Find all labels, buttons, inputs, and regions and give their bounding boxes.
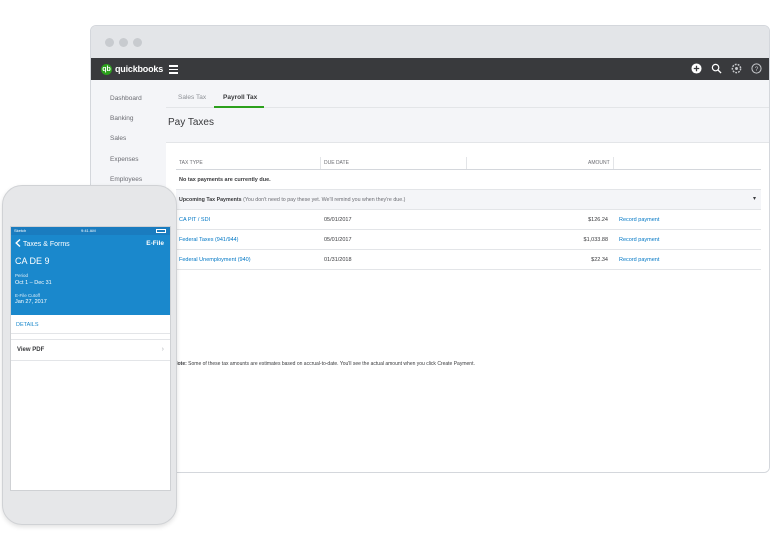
gear-icon[interactable] [730,62,743,75]
search-icon[interactable] [710,62,723,75]
window-minimize-dot[interactable] [119,38,128,47]
quickbooks-logo-icon: qb [101,63,112,75]
period-value: Oct 1 – Dec 31 [15,280,52,286]
amount-cell: $22.34 [591,257,608,263]
window-zoom-dot[interactable] [133,38,142,47]
window-close-dot[interactable] [105,38,114,47]
sidebar-item-employees[interactable]: Employees [110,176,142,183]
back-button[interactable]: Taxes & Forms [15,238,70,249]
column-header-tax-type[interactable]: TAX TYPE [179,160,203,166]
due-date-cell: 05/01/2017 [324,217,352,223]
details-tab[interactable]: DETAILS [11,316,170,334]
table-header: TAX TYPE DUE DATE AMOUNT [176,157,761,170]
chevron-left-icon [15,238,21,249]
note-text: Some of these tax amounts are estimates … [188,361,475,367]
view-pdf-row[interactable]: View PDF › [11,339,170,361]
sidebar-item-banking[interactable]: Banking [110,115,134,122]
tax-type-link[interactable]: Federal Taxes (941/944) [179,237,239,243]
back-label: Taxes & Forms [23,240,70,248]
phone-screen: Sketch 9:41 AM Taxes & Forms E-File CA D… [10,226,171,491]
quickbooks-logo[interactable]: qb quickbooks [101,62,163,76]
window-titlebar [91,26,769,58]
efile-cutoff-label: E-File Cutoff [15,293,40,298]
no-payments-due-text: No tax payments are currently due. [179,177,271,183]
tab-payroll-tax[interactable]: Payroll Tax [223,94,257,101]
desktop-window: qb quickbooks ? Dashboard Banking Sales … [90,25,770,473]
tax-type-link[interactable]: Federal Unemployment (940) [179,257,251,263]
status-time: 9:41 AM [81,228,96,233]
sidebar-item-sales[interactable]: Sales [110,135,126,142]
chevron-right-icon: › [161,346,164,353]
period-label: Period [15,273,29,278]
due-date-cell: 05/01/2017 [324,237,352,243]
estimate-note: Note: Some of these tax amounts are esti… [174,361,475,367]
column-header-amount[interactable]: AMOUNT [588,160,610,166]
efile-button[interactable]: E-File [146,240,164,247]
tax-tabs: Sales Tax Payroll Tax [166,88,769,108]
phone-status-bar: Sketch 9:41 AM [11,227,170,235]
mobile-phone: Sketch 9:41 AM Taxes & Forms E-File CA D… [2,185,177,525]
collapse-chevron-icon[interactable]: ▾ [753,195,756,202]
view-pdf-label: View PDF [17,347,45,353]
table-row: CA PIT / SDI 05/01/2017 $126.24 Record p… [176,210,761,230]
plus-icon[interactable] [690,62,703,75]
phone-header: Taxes & Forms E-File CA DE 9 Period Oct … [11,235,170,315]
column-header-due-date[interactable]: DUE DATE [324,160,349,166]
sidebar-item-expenses[interactable]: Expenses [110,156,139,163]
tax-type-link[interactable]: CA PIT / SDI [179,217,210,223]
upcoming-payments-title: Upcoming Tax Payments [179,197,242,203]
amount-cell: $126.24 [588,217,608,223]
tax-payments-panel: TAX TYPE DUE DATE AMOUNT No tax payments… [166,142,769,472]
help-icon[interactable]: ? [750,62,763,75]
status-carrier: Sketch [14,228,27,233]
table-row: Federal Taxes (941/944) 05/01/2017 $1,03… [176,230,761,250]
upcoming-payments-subtitle: (You don't need to pay these yet. We'll … [243,197,406,203]
quickbooks-logo-text: quickbooks [115,64,164,74]
record-payment-link[interactable]: Record payment [619,217,659,223]
tab-sales-tax[interactable]: Sales Tax [178,94,206,101]
app-topbar: qb quickbooks ? [91,58,769,80]
upcoming-payments-header[interactable]: Upcoming Tax Payments (You don't need to… [176,190,761,210]
tax-payments-table: TAX TYPE DUE DATE AMOUNT No tax payments… [176,157,761,270]
record-payment-link[interactable]: Record payment [619,237,659,243]
page-title: Pay Taxes [168,117,214,128]
svg-text:?: ? [755,66,759,73]
table-row: Federal Unemployment (940) 01/31/2018 $2… [176,250,761,270]
active-tab-indicator [214,106,264,108]
no-payments-due-row: No tax payments are currently due. [176,170,761,190]
battery-icon [156,229,166,233]
sidebar-item-dashboard[interactable]: Dashboard [110,95,142,102]
form-title: CA DE 9 [15,256,50,266]
topbar-actions: ? [690,62,763,75]
record-payment-link[interactable]: Record payment [619,257,659,263]
efile-cutoff-value: Jan 27, 2017 [15,299,47,305]
main-content: Sales Tax Payroll Tax Pay Taxes TAX TYPE… [166,80,769,472]
amount-cell: $1,033.88 [583,237,608,243]
due-date-cell: 01/31/2018 [324,257,352,263]
hamburger-menu-icon[interactable] [169,63,178,75]
